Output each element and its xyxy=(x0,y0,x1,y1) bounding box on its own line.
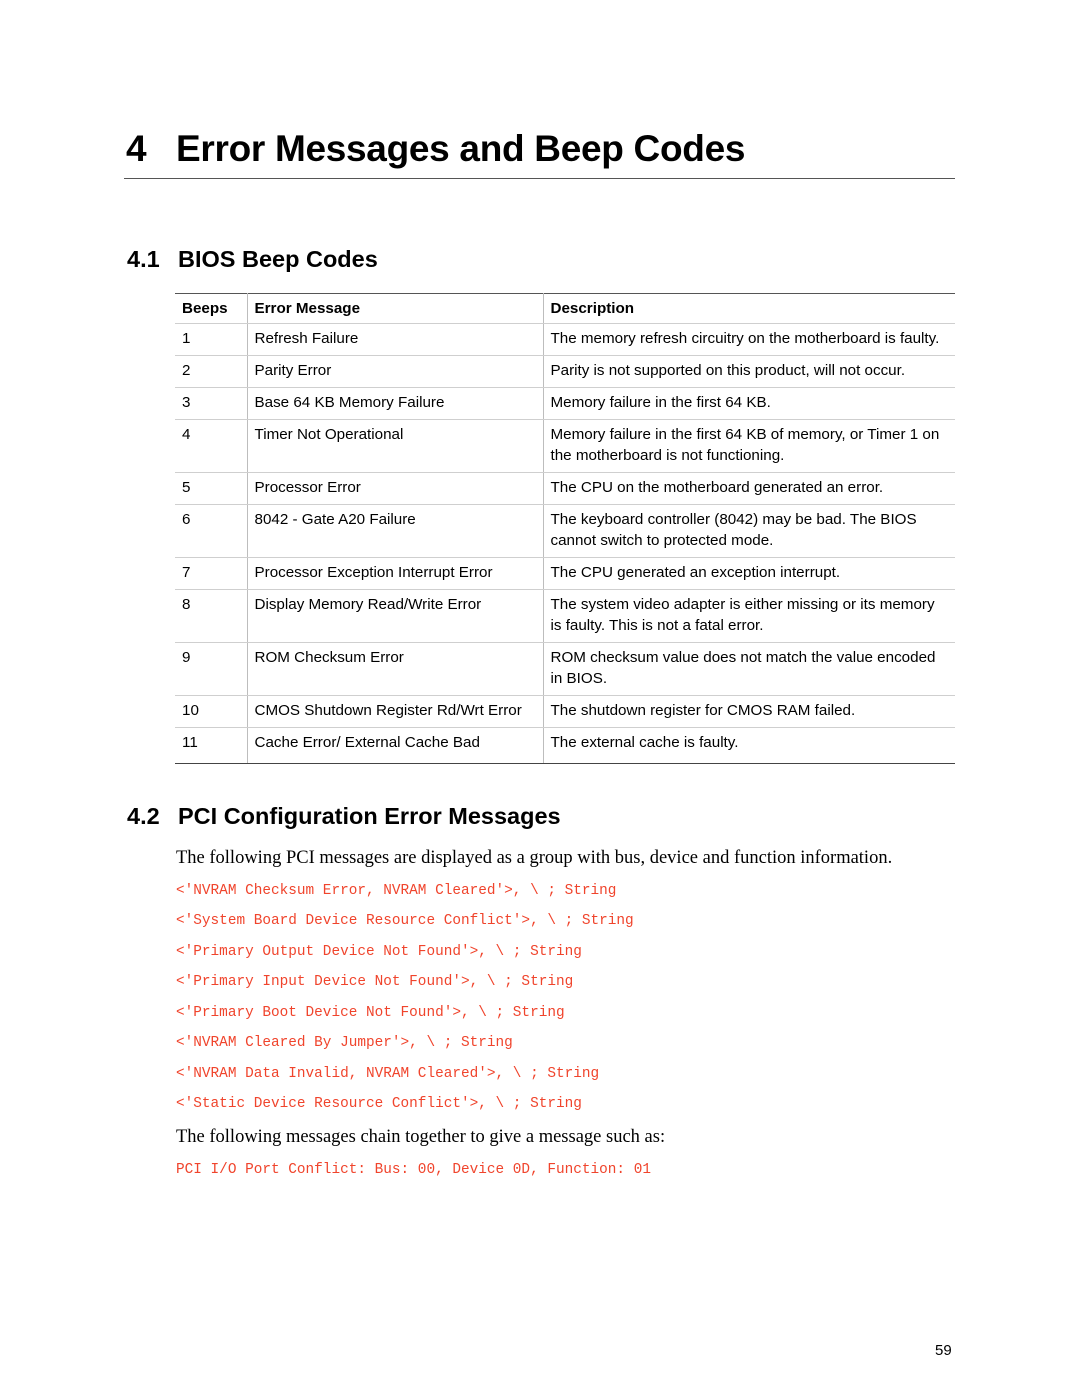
beeps-cell: 3 xyxy=(175,387,247,420)
column-header-error-message: Error Message xyxy=(246,293,543,324)
table-row: 4 Timer Not Operational Memory failure in … xyxy=(175,419,955,473)
beeps-cell: 2 xyxy=(175,355,247,388)
pci-message-line: <'Static Device Resource Conflict'>, \ ;… xyxy=(176,1096,582,1112)
table-row: 6 8042 - Gate A20 Failure The keyboard con… xyxy=(175,504,955,558)
error-message-cell: ROM Checksum Error xyxy=(246,642,543,696)
pci-message-line: <'System Board Device Resource Conflict'… xyxy=(176,913,634,929)
section-heading-pci-configuration: 4.2 PCI Configuration Error Messages xyxy=(127,803,561,830)
chain-paragraph: The following messages chain together to… xyxy=(176,1127,666,1147)
chapter-title-text: Error Messages and Beep Codes xyxy=(176,128,746,169)
section-heading-bios-beep-codes: 4.1 BIOS Beep Codes xyxy=(127,246,378,273)
error-message-cell: Base 64 KB Memory Failure xyxy=(246,387,543,420)
table-row: 11 Cache Error/ External Cache Bad The ext… xyxy=(175,727,955,764)
beep-codes-table: Beeps Error Message Description 1 Refresh… xyxy=(175,293,955,764)
error-message-cell: Timer Not Operational xyxy=(246,419,543,473)
chapter-title: 4 Error Messages and Beep Codes xyxy=(126,128,745,170)
error-message-cell: 8042 - Gate A20 Failure xyxy=(246,504,543,558)
chapter-number: 4 xyxy=(126,128,147,169)
section-number: 4.2 xyxy=(127,803,160,829)
description-cell: The memory refresh circuitry on the moth… xyxy=(542,323,955,356)
section-title: BIOS Beep Codes xyxy=(178,246,378,272)
column-header-description: Description xyxy=(542,293,955,324)
description-cell: Memory failure in the first 64 KB of mem… xyxy=(542,419,955,473)
chapter-divider xyxy=(124,178,955,179)
page-number: 59 xyxy=(935,1342,952,1359)
pci-message-line: <'Primary Output Device Not Found'>, \ ;… xyxy=(176,944,582,960)
pci-message-line: <'NVRAM Checksum Error, NVRAM Cleared'>,… xyxy=(176,883,617,899)
description-cell: The CPU on the motherboard generated an … xyxy=(542,472,955,505)
beeps-cell: 5 xyxy=(175,472,247,505)
table-header-row: Beeps Error Message Description xyxy=(175,293,955,324)
error-message-cell: CMOS Shutdown Register Rd/Wrt Error xyxy=(246,695,543,728)
beeps-cell: 9 xyxy=(175,642,247,696)
description-cell: The keyboard controller (8042) may be ba… xyxy=(542,504,955,558)
beeps-cell: 6 xyxy=(175,504,247,558)
table-row: 7 Processor Exception Interrupt Error The … xyxy=(175,557,955,590)
pci-intro-paragraph: The following PCI messages are displayed… xyxy=(176,848,893,868)
table-row: 2 Parity Error Parity is not supported on … xyxy=(175,355,955,388)
beeps-cell: 4 xyxy=(175,419,247,473)
description-cell: Memory failure in the first 64 KB. xyxy=(542,387,955,420)
error-message-cell: Processor Exception Interrupt Error xyxy=(246,557,543,590)
error-message-cell: Cache Error/ External Cache Bad xyxy=(246,727,543,764)
error-message-cell: Display Memory Read/Write Error xyxy=(246,589,543,643)
table-row: 1 Refresh Failure The memory refresh circu… xyxy=(175,323,955,356)
description-cell: The shutdown register for CMOS RAM faile… xyxy=(542,695,955,728)
beeps-cell: 8 xyxy=(175,589,247,643)
error-message-cell: Processor Error xyxy=(246,472,543,505)
beeps-cell: 1 xyxy=(175,323,247,356)
description-cell: ROM checksum value does not match the va… xyxy=(542,642,955,696)
table-row: 10 CMOS Shutdown Register Rd/Wrt Error The… xyxy=(175,695,955,728)
description-cell: The CPU generated an exception interrupt… xyxy=(542,557,955,590)
pci-message-line: <'Primary Input Device Not Found'>, \ ; … xyxy=(176,974,574,990)
pci-message-line: <'Primary Boot Device Not Found'>, \ ; S… xyxy=(176,1005,565,1021)
beeps-cell: 7 xyxy=(175,557,247,590)
table-row: 9 ROM Checksum Error ROM checksum value do… xyxy=(175,642,955,696)
section-number: 4.1 xyxy=(127,246,160,272)
description-cell: Parity is not supported on this product,… xyxy=(542,355,955,388)
table-row: 3 Base 64 KB Memory Failure Memory failure… xyxy=(175,387,955,420)
error-message-cell: Refresh Failure xyxy=(246,323,543,356)
example-message: PCI I/O Port Conflict: Bus: 00, Device 0… xyxy=(176,1162,651,1178)
description-cell: The system video adapter is either missi… xyxy=(542,589,955,643)
pci-message-line: <'NVRAM Cleared By Jumper'>, \ ; String xyxy=(176,1035,513,1051)
table-row: 8 Display Memory Read/Write Error The syst… xyxy=(175,589,955,643)
beeps-cell: 11 xyxy=(175,727,247,764)
error-message-cell: Parity Error xyxy=(246,355,543,388)
column-header-beeps: Beeps xyxy=(175,293,247,324)
table-row: 5 Processor Error The CPU on the motherboa… xyxy=(175,472,955,505)
description-cell: The external cache is faulty. xyxy=(542,727,955,764)
pci-message-line: <'NVRAM Data Invalid, NVRAM Cleared'>, \… xyxy=(176,1066,600,1082)
beeps-cell: 10 xyxy=(175,695,247,728)
section-title: PCI Configuration Error Messages xyxy=(178,803,561,829)
